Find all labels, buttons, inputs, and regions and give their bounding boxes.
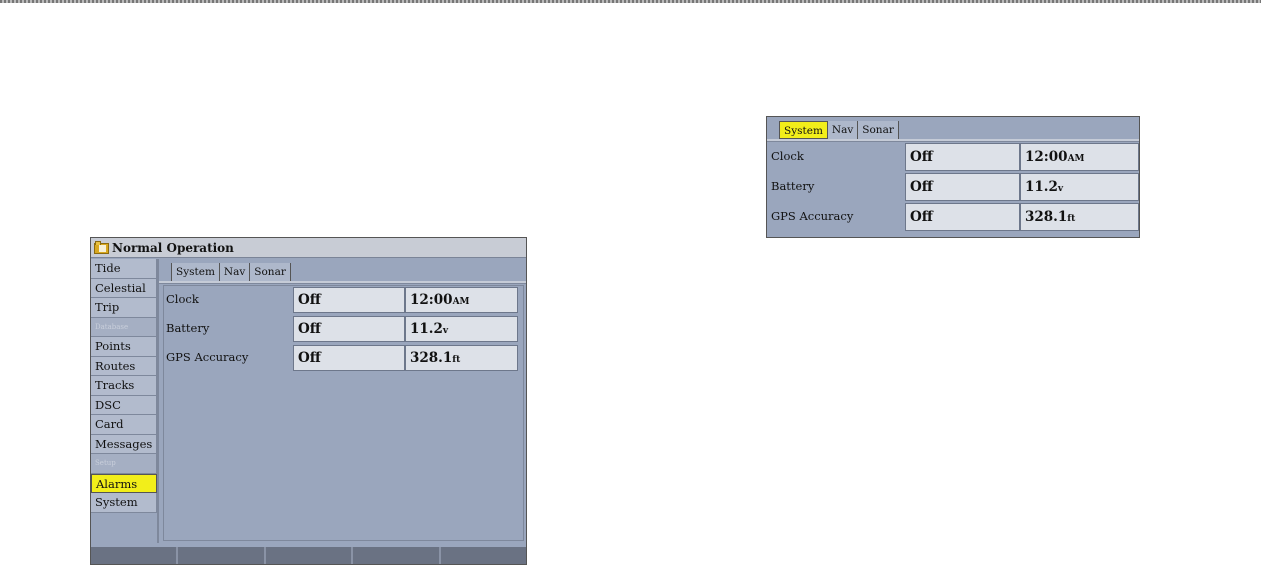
sidebar-item-system[interactable]: System (91, 493, 157, 513)
battery-value: 11.2 (410, 321, 443, 337)
sidebar-section-database: Database (91, 317, 157, 337)
softkey-5[interactable] (440, 547, 526, 564)
detail-gps-accuracy-unit: ft (1067, 214, 1076, 224)
gps-accuracy-value-field[interactable]: 328.1ft (405, 345, 518, 371)
detail-battery-label: Battery (771, 179, 815, 193)
detail-clock-label: Clock (771, 149, 804, 163)
detail-clock-status-field[interactable]: Off (905, 143, 1020, 171)
sidebar-item-tracks[interactable]: Tracks (91, 376, 157, 396)
detail-clock-value: 12:00 (1025, 149, 1068, 165)
detail-tab-sonar[interactable]: Sonar (858, 121, 899, 139)
gps-accuracy-value: 328.1 (410, 350, 453, 366)
detail-gps-accuracy-label: GPS Accuracy (771, 209, 854, 223)
sidebar-item-celestial[interactable]: Celestial (91, 278, 157, 298)
page-top-rule (0, 0, 1261, 3)
alarms-panel: System Nav Sonar Clock Off 12:00AM Batte… (157, 259, 526, 543)
gps-accuracy-label: GPS Accuracy (166, 350, 249, 364)
sidebar-item-alarms[interactable]: Alarms (91, 473, 157, 493)
tab-bar: System Nav Sonar (171, 263, 291, 281)
tab-strip-divider (159, 281, 526, 284)
softkey-2[interactable] (178, 547, 266, 564)
sidebar-item-tide[interactable]: Tide (91, 259, 157, 279)
clock-status-field[interactable]: Off (293, 287, 405, 313)
battery-status-field[interactable]: Off (293, 316, 405, 342)
sidebar-item-routes[interactable]: Routes (91, 356, 157, 376)
detail-clock-unit: AM (1067, 154, 1085, 164)
detail-tab-nav[interactable]: Nav (827, 121, 859, 139)
sidebar: Tide Celestial Trip Database Points Rout… (91, 259, 157, 541)
detail-tab-strip-divider (767, 139, 1139, 142)
detail-battery-value-field[interactable]: 11.2v (1020, 173, 1139, 201)
main-screen: Normal Operation Tide Celestial Trip Dat… (90, 237, 527, 565)
detail-gps-accuracy-value: 328.1 (1025, 209, 1068, 225)
tab-sonar[interactable]: Sonar (250, 263, 291, 281)
detail-tab-system[interactable]: System (779, 121, 828, 139)
gps-accuracy-status-field[interactable]: Off (293, 345, 405, 371)
detail-gps-accuracy-value-field[interactable]: 328.1ft (1020, 203, 1139, 231)
softkey-4[interactable] (353, 547, 441, 564)
sidebar-item-messages[interactable]: Messages (91, 434, 157, 454)
detail-panel: System Nav Sonar Clock Off 12:00AM Batte… (766, 116, 1140, 238)
battery-value-field[interactable]: 11.2v (405, 316, 518, 342)
clock-label: Clock (166, 292, 199, 306)
window-title: Normal Operation (112, 240, 234, 255)
gps-accuracy-unit: ft (452, 355, 461, 365)
tab-system[interactable]: System (171, 263, 220, 281)
softkey-bar (91, 547, 526, 564)
clock-unit: AM (452, 297, 470, 307)
detail-battery-value: 11.2 (1025, 179, 1058, 195)
detail-battery-unit: v (1057, 184, 1064, 194)
detail-battery-status-field[interactable]: Off (905, 173, 1020, 201)
folder-icon (94, 241, 109, 254)
detail-gps-accuracy-status-field[interactable]: Off (905, 203, 1020, 231)
title-bar: Normal Operation (91, 238, 526, 258)
softkey-1[interactable] (91, 547, 179, 564)
softkey-3[interactable] (265, 547, 354, 564)
sidebar-section-setup: Setup (91, 454, 157, 474)
sidebar-item-points[interactable]: Points (91, 337, 157, 357)
clock-value: 12:00 (410, 292, 453, 308)
detail-clock-value-field[interactable]: 12:00AM (1020, 143, 1139, 171)
battery-unit: v (442, 326, 449, 336)
tab-nav[interactable]: Nav (219, 263, 251, 281)
clock-value-field[interactable]: 12:00AM (405, 287, 518, 313)
detail-tab-bar: System Nav Sonar (779, 121, 899, 139)
sidebar-item-dsc[interactable]: DSC (91, 395, 157, 415)
sidebar-item-card[interactable]: Card (91, 415, 157, 435)
sidebar-item-trip[interactable]: Trip (91, 298, 157, 318)
battery-label: Battery (166, 321, 210, 335)
